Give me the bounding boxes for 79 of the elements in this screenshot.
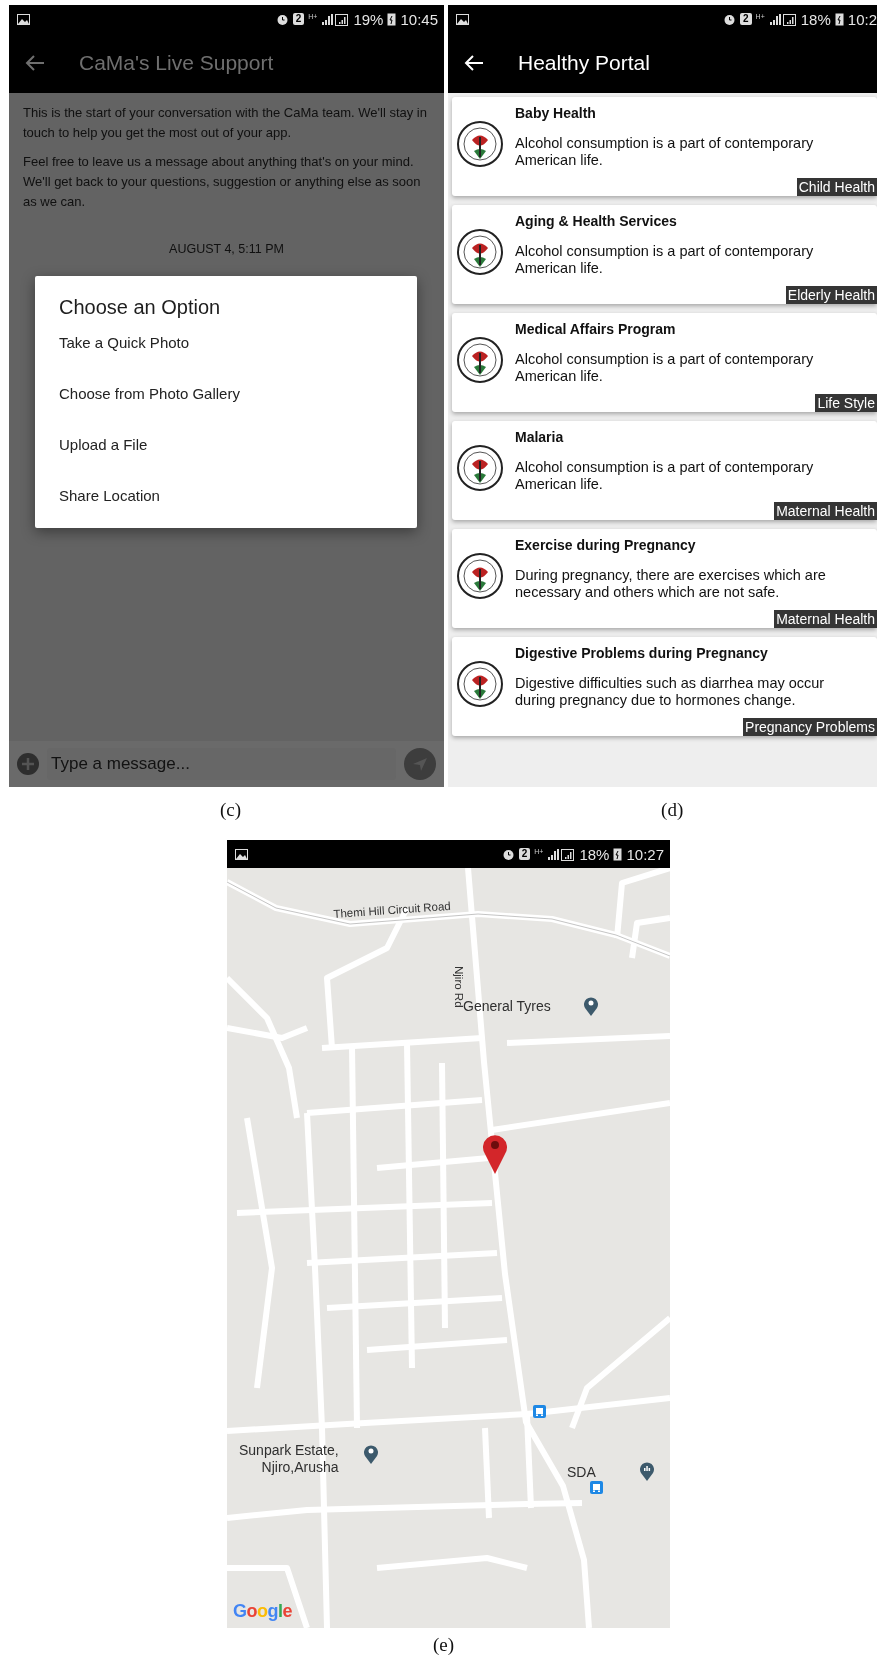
message-input[interactable]: Type a message... [47,748,396,780]
category-tag: Pregnancy Problems [743,718,877,736]
battery-icon [834,12,844,26]
map-pin-icon[interactable] [583,996,599,1016]
map-logo: Google [233,1601,293,1622]
emblem-icon [457,553,503,599]
emblem-icon [457,661,503,707]
article-card[interactable]: Medical Affairs Program Alcohol consumption is a part of contemporary American life. Life Style [452,313,877,412]
sim-badge: 2 [518,848,531,860]
intro-paragraph: This is the start of your conversation with the CaMa team. We'll stay in touch to help you get the most out of your app. [23,104,428,142]
place-label[interactable]: General Tyres [463,998,551,1015]
screen-title: CaMa's Live Support [79,51,274,75]
figure-caption: (e) [433,1634,455,1657]
article-card[interactable]: Aging & Health Services Alcohol consumption is a part of contemporary American life. Elderly Health [452,205,877,304]
emblem-icon [457,121,503,167]
figure-caption: (d) [661,799,684,822]
article-title: Malaria [515,429,565,445]
article-title: Baby Health [515,105,597,121]
alarm-clock-icon [501,847,515,861]
image-icon [235,848,248,860]
dialog-option[interactable]: Take a Quick Photo [59,333,393,384]
category-tag: Maternal Health [774,502,877,520]
add-icon[interactable] [17,753,39,775]
place-label[interactable]: SDA [567,1464,596,1481]
article-title: Digestive Problems during Pregnancy [515,645,769,661]
signal-icon [547,847,576,861]
message-field[interactable]: Type a message... [9,741,444,787]
category-tag: Life Style [815,394,877,412]
road-label: Njiro Rd [453,966,465,1008]
place-label[interactable]: Sunpark Estate, Njiro,Arusha [239,1442,339,1476]
image-icon [456,13,469,25]
dialog-option[interactable]: Choose from Photo Gallery [59,384,393,435]
intro-paragraph: Feel free to leave us a message about anything that's on your mind. We'll get back to your questions, suggestion or anything else as soon as we can. [23,153,422,211]
article-title: Exercise during Pregnancy [515,537,697,553]
article-title: Medical Affairs Program [515,321,677,337]
battery-percentage: 18% [579,845,610,863]
map-pin-icon[interactable] [639,1461,655,1481]
status-time: 10:27 [626,845,664,863]
image-icon [17,13,30,25]
category-tag: Maternal Health [774,610,877,628]
category-tag: Child Health [796,178,877,196]
battery-percentage: 19% [353,10,384,28]
signal-icon [321,12,350,26]
article-summary: Alcohol consumption is a part of contemporary American life. [515,351,815,385]
battery-icon [387,12,397,26]
dialog-option[interactable]: Share Location [59,486,393,516]
article-summary: Digestive difficulties such as diarrhea may occur during pregnancy due to hormones change. [515,675,826,709]
sim-badge: 2 [740,13,752,25]
emblem-icon [457,445,503,491]
date-divider: AUGUST 4, 5:11 PM [168,242,285,256]
alarm-clock-icon [275,12,289,26]
location-marker-icon[interactable] [482,1132,508,1174]
dialog-title: Choose an Option [59,296,222,319]
dialog-option[interactable]: Upload a File [59,435,393,486]
signal-icon [768,12,797,26]
article-card[interactable]: Baby Health Alcohol consumption is a part of contemporary American life. Child Health [452,97,877,196]
emblem-icon [457,229,503,275]
article-summary: Alcohol consumption is a part of contemporary American life. [515,459,815,493]
category-tag: Elderly Health [785,286,877,304]
article-summary: During pregnancy, there are exercises which are necessary and others which are not safe. [515,567,827,601]
article-title: Aging & Health Services [515,213,678,229]
battery-percentage: 18% [800,10,831,28]
status-time: 10:2 [847,10,877,28]
article-card[interactable]: Exercise during Pregnancy During pregnancy, there are exercises which are necessary and others which are not safe. Maternal Health [452,529,877,628]
emblem-icon [457,337,503,383]
map-pin-icon[interactable] [363,1444,379,1464]
status-time: 10:45 [400,10,438,28]
article-card[interactable]: Digestive Problems during Pregnancy Digestive difficulties such as diarrhea may occur during pregnancy due to hormones change. Pregnancy Problems [452,637,877,736]
figure-caption: (c) [220,799,242,822]
screen-title: Healthy Portal [518,51,650,75]
sim-badge: 2 [292,13,305,25]
article-summary: Alcohol consumption is a part of contemporary American life. [515,135,815,169]
battery-icon [613,847,623,861]
bus-stop-icon[interactable] [533,1405,546,1418]
road-label: Themi Hill Circuit Road [333,899,452,920]
article-summary: Alcohol consumption is a part of contemporary American life. [515,243,815,277]
article-card[interactable]: Malaria Alcohol consumption is a part of contemporary American life. Maternal Health [452,421,877,520]
alarm-clock-icon [723,12,737,26]
bus-stop-icon[interactable] [590,1481,603,1494]
